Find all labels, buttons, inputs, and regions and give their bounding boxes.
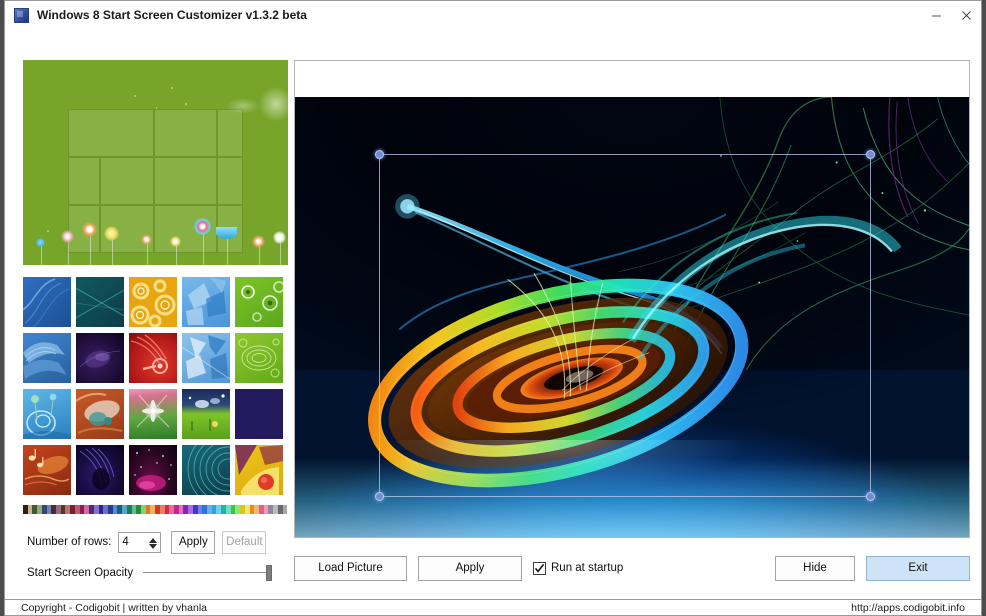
start-screen-preview[interactable] bbox=[23, 60, 288, 265]
wallpaper-thumb-solid-dark-indigo[interactable] bbox=[235, 389, 283, 439]
wallpaper-thumb-orange-music-notes[interactable] bbox=[23, 445, 71, 495]
right-panel: Load Picture Apply Run at startup Hide E… bbox=[289, 29, 981, 599]
wallpaper-thumb-red-feather-swirl[interactable] bbox=[129, 333, 177, 383]
wallpaper-image bbox=[295, 97, 969, 537]
wallpaper-thumb-yellow-bird-fruit[interactable] bbox=[235, 445, 283, 495]
action-bar: Load Picture Apply Run at startup Hide E… bbox=[294, 551, 970, 585]
minimize-icon[interactable] bbox=[921, 1, 951, 29]
wallpaper-thumb-orange-abstract-fish[interactable] bbox=[76, 389, 124, 439]
exit-button[interactable]: Exit bbox=[866, 555, 970, 581]
wallpaper-thumb-blue-flower-meadow[interactable] bbox=[23, 389, 71, 439]
wallpaper-thumb-purple-fern-leaf[interactable] bbox=[76, 445, 124, 495]
wallpaper-thumbnail-grid bbox=[23, 277, 289, 495]
window-controls bbox=[921, 1, 981, 29]
wallpaper-thumb-blue-wave-ridges[interactable] bbox=[23, 333, 71, 383]
accent-color-palette[interactable] bbox=[23, 505, 288, 514]
spinner-arrows[interactable] bbox=[149, 535, 158, 552]
crop-handle-bottom-left[interactable] bbox=[375, 492, 385, 502]
crop-selection-rectangle[interactable] bbox=[379, 154, 872, 498]
opacity-control-row: Start Screen Opacity bbox=[27, 562, 287, 584]
window-title: Windows 8 Start Screen Customizer v1.3.2… bbox=[37, 8, 307, 22]
wallpaper-thumb-blue-curve-lines[interactable] bbox=[23, 277, 71, 327]
app-window: Windows 8 Start Screen Customizer v1.3.2… bbox=[4, 0, 982, 600]
run-at-startup-checkbox[interactable]: Run at startup bbox=[533, 561, 624, 575]
wallpaper-thumb-teal-crossing-lines[interactable] bbox=[76, 277, 124, 327]
wallpaper-thumb-gold-swirl-pattern[interactable] bbox=[129, 277, 177, 327]
crop-handle-bottom-right[interactable] bbox=[866, 492, 876, 502]
wallpaper-thumb-blue-geometric-shards[interactable] bbox=[182, 333, 230, 383]
flower-decorations bbox=[23, 195, 288, 265]
run-at-startup-label: Run at startup bbox=[551, 562, 624, 574]
checkmark-icon bbox=[534, 563, 545, 573]
load-picture-button[interactable]: Load Picture bbox=[294, 555, 407, 581]
corner-glow bbox=[258, 86, 288, 122]
slider-thumb[interactable] bbox=[266, 565, 273, 581]
window-content: Number of rows: Apply Default Start Scre… bbox=[5, 29, 981, 599]
rows-control-row: Number of rows: Apply Default bbox=[27, 530, 285, 554]
cloud-glow bbox=[226, 98, 260, 114]
wallpaper-preview[interactable] bbox=[294, 60, 970, 538]
color-swatch-56[interactable] bbox=[282, 505, 288, 514]
default-rows-button: Default bbox=[222, 530, 267, 554]
apply-rows-button[interactable]: Apply bbox=[171, 530, 216, 554]
wallpaper-thumb-green-paisley-lace[interactable] bbox=[235, 333, 283, 383]
wallpaper-thumb-dark-purple-smoke[interactable] bbox=[76, 333, 124, 383]
wallpaper-thumb-green-night-landscape[interactable] bbox=[182, 389, 230, 439]
crop-handle-top-right[interactable] bbox=[866, 150, 876, 160]
rows-input[interactable] bbox=[119, 533, 149, 551]
wallpaper-thumb-teal-concentric-arcs[interactable] bbox=[182, 445, 230, 495]
apply-button[interactable]: Apply bbox=[418, 555, 522, 581]
website-url[interactable]: http://apps.codigobit.info bbox=[851, 602, 965, 614]
app-tiles-icon bbox=[14, 7, 29, 23]
left-panel: Number of rows: Apply Default Start Scre… bbox=[5, 29, 289, 599]
close-icon[interactable] bbox=[951, 1, 981, 29]
opacity-label: Start Screen Opacity bbox=[27, 567, 134, 579]
opacity-slider[interactable] bbox=[143, 564, 273, 582]
title-bar[interactable]: Windows 8 Start Screen Customizer v1.3.2… bbox=[5, 1, 981, 29]
status-bar: Copyright - Codigobit | written by vhanl… bbox=[4, 600, 982, 616]
wallpaper-thumb-magenta-starfield[interactable] bbox=[129, 445, 177, 495]
spinner-up-icon[interactable] bbox=[149, 537, 158, 543]
hide-button[interactable]: Hide bbox=[775, 555, 855, 581]
wallpaper-thumb-green-bubbles[interactable] bbox=[235, 277, 283, 327]
wallpaper-thumb-light-blue-origami[interactable] bbox=[182, 277, 230, 327]
spinner-down-icon[interactable] bbox=[149, 543, 158, 549]
slider-track bbox=[143, 572, 271, 573]
copyright-text: Copyright - Codigobit | written by vhanl… bbox=[21, 601, 207, 614]
checkbox-box[interactable] bbox=[533, 561, 546, 575]
rows-label: Number of rows: bbox=[27, 536, 112, 548]
wallpaper-thumb-pink-floral-bloom[interactable] bbox=[129, 389, 177, 439]
rows-spinner[interactable] bbox=[118, 531, 162, 553]
